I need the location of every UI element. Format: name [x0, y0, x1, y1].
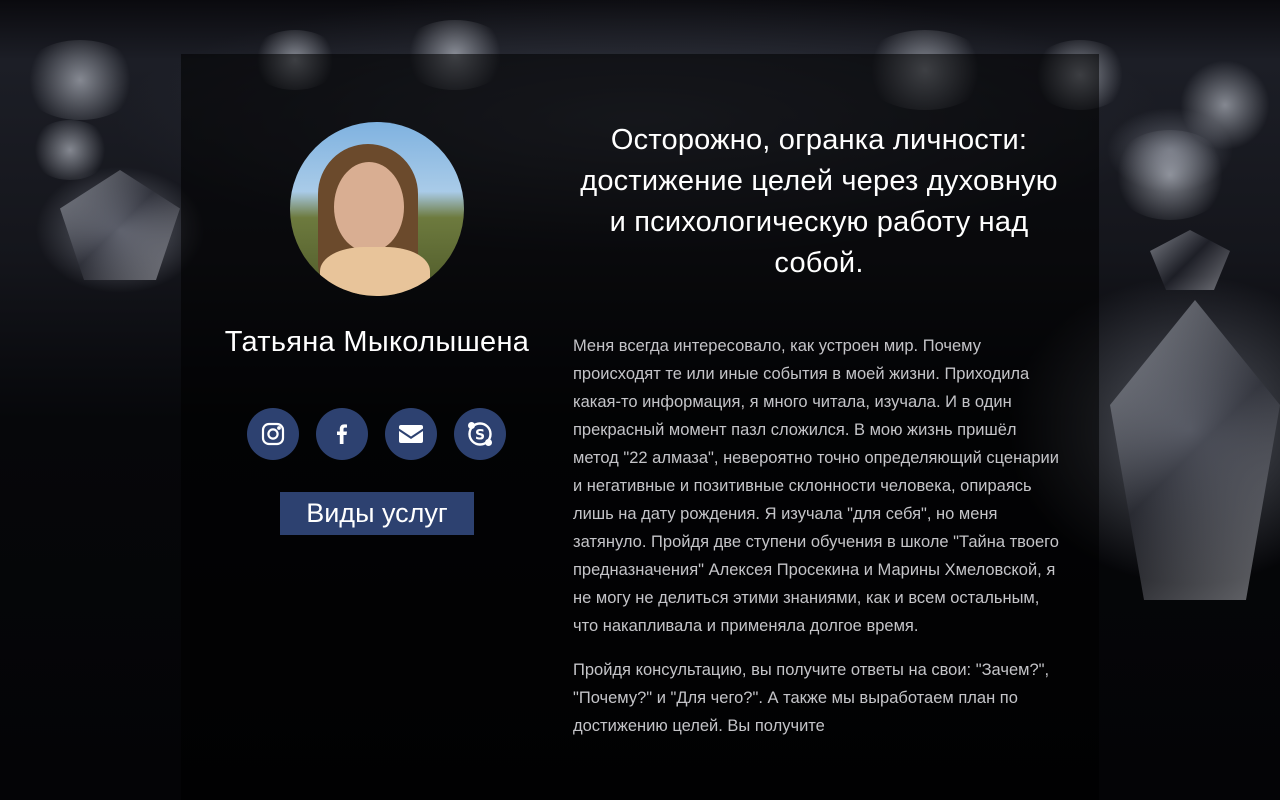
about-paragraph: Меня всегда интересовало, как устроен ми…: [573, 337, 1059, 635]
skype-link[interactable]: S: [454, 408, 506, 460]
facebook-link[interactable]: [316, 408, 368, 460]
services-button[interactable]: Виды услуг: [280, 492, 474, 535]
instagram-link[interactable]: [247, 408, 299, 460]
consultation-paragraph: Пройдя консультацию, вы получите ответы …: [573, 661, 1050, 735]
social-links: S: [247, 408, 523, 460]
skype-icon: S: [466, 420, 494, 448]
email-icon: [397, 421, 425, 447]
avatar: [290, 122, 464, 296]
profile-name: Татьяна Мыколышена: [224, 326, 530, 358]
instagram-icon: [260, 421, 286, 447]
email-link[interactable]: [385, 408, 437, 460]
page-headline: Осторожно, огранка личности: достижение …: [580, 124, 1058, 279]
facebook-icon: [329, 421, 355, 447]
svg-text:S: S: [475, 428, 485, 444]
about-column: Осторожно, огранка личности: достижение …: [573, 120, 1065, 740]
